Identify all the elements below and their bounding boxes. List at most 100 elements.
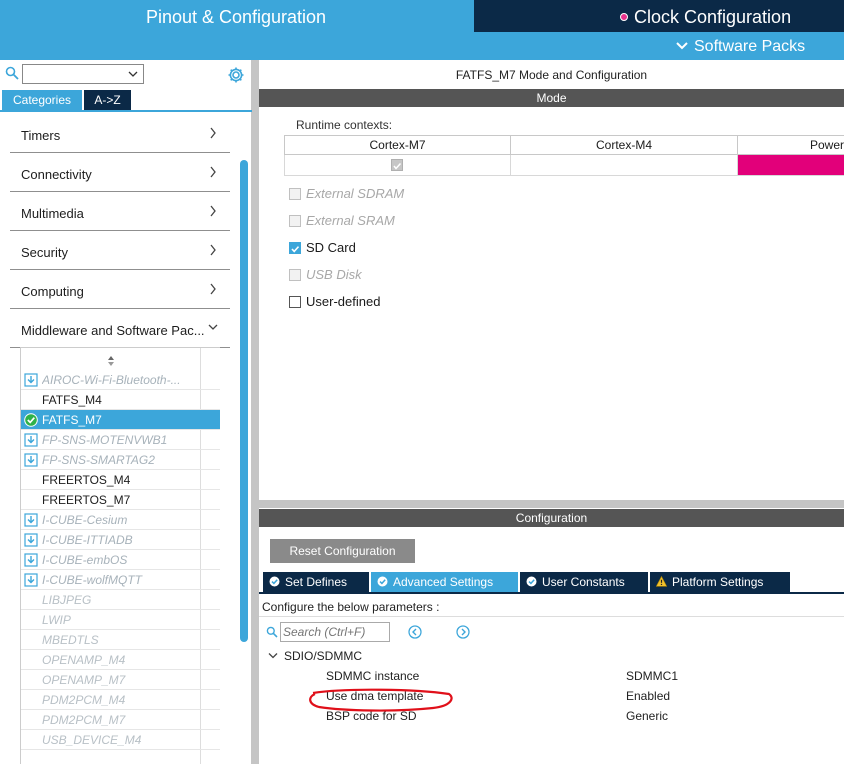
configuration-tabs: Set Defines Advanced Settings User Constan… — [259, 572, 844, 594]
category-multimedia[interactable]: Multimedia — [10, 192, 230, 231]
previous-result-icon[interactable] — [408, 625, 422, 639]
status-dot-icon — [620, 13, 628, 21]
middleware-item-libjpeg[interactable]: LIBJPEG — [21, 590, 220, 610]
middleware-item-label: FP-SNS-MOTENVWB1 — [42, 433, 168, 447]
middleware-item-i-cube-ittiadb[interactable]: I-CUBE-ITTIADB — [21, 530, 220, 550]
tab-clock-configuration[interactable]: Clock Configuration — [474, 0, 844, 32]
category-label: Security — [21, 245, 68, 260]
middleware-item-label: OPENAMP_M4 — [42, 653, 126, 667]
middleware-item-i-cube-cesium[interactable]: I-CUBE-Cesium — [21, 510, 220, 530]
context-header-m4: Cortex-M4 — [510, 135, 738, 155]
middleware-item-label: PDM2PCM_M4 — [42, 693, 126, 707]
param-value: Generic — [626, 709, 669, 723]
download-icon — [24, 513, 38, 527]
middleware-item-mbedtls[interactable]: MBEDTLS — [21, 630, 220, 650]
chevron-right-icon — [210, 166, 216, 178]
download-icon — [24, 533, 38, 547]
sort-icon[interactable] — [107, 355, 115, 367]
middleware-item-pdm2pcm-m7[interactable]: PDM2PCM_M7 — [21, 710, 220, 730]
scrollbar-thumb[interactable] — [240, 160, 248, 642]
middleware-item-fatfs-m7[interactable]: FATFS_M7 — [21, 410, 220, 430]
middleware-item-label: MBEDTLS — [42, 633, 99, 647]
red-ellipse-annotation — [309, 688, 453, 712]
sd-card-checkbox[interactable] — [289, 242, 301, 254]
chevron-down-icon — [208, 324, 218, 330]
check-circle-icon — [377, 576, 388, 587]
middleware-item-openamp-m7[interactable]: OPENAMP_M7 — [21, 670, 220, 690]
middleware-item-label: FREERTOS_M4 — [42, 473, 131, 487]
middleware-item-openamp-m4[interactable]: OPENAMP_M4 — [21, 650, 220, 670]
category-tabs: Categories A->Z — [0, 90, 252, 112]
tab-advanced-settings[interactable]: Advanced Settings — [371, 572, 518, 592]
option-label: External SRAM — [306, 213, 395, 228]
context-header-m7: Cortex-M7 — [284, 135, 511, 155]
download-icon — [24, 433, 38, 447]
category-security[interactable]: Security — [10, 231, 230, 270]
middleware-item-fp-sns-motenvwb1[interactable]: FP-SNS-MOTENVWB1 — [21, 430, 220, 450]
option-label: SD Card — [306, 240, 356, 255]
option-label: User-defined — [306, 294, 381, 309]
middleware-item-label: LIBJPEG — [42, 593, 92, 607]
mode-config-title: FATFS_M7 Mode and Configuration — [455, 68, 648, 82]
tab-label: Set Defines — [285, 575, 348, 589]
tab-categories[interactable]: Categories — [2, 90, 82, 110]
category-computing[interactable]: Computing — [10, 270, 230, 309]
software-packs-label: Software Packs — [694, 38, 806, 55]
context-cell-m4[interactable] — [510, 155, 738, 176]
external-sram-checkbox — [289, 215, 301, 227]
mode-section-header: Mode — [259, 89, 844, 107]
middleware-item-label: I-CUBE-wolfMQTT — [42, 573, 142, 587]
middleware-item-label: FATFS_M7 — [42, 413, 102, 427]
category-label: Multimedia — [21, 206, 84, 221]
tab-set-defines[interactable]: Set Defines — [263, 572, 369, 592]
parameter-search-input[interactable] — [280, 622, 390, 642]
tab-label: Advanced Settings — [393, 575, 494, 589]
middleware-item-freertos-m4[interactable]: FREERTOS_M4 — [21, 470, 220, 490]
middleware-item-freertos-m7[interactable]: FREERTOS_M7 — [21, 490, 220, 510]
middleware-item-label: I-CUBE-embOS — [42, 553, 128, 567]
next-result-icon[interactable] — [456, 625, 470, 639]
middleware-item-label: FATFS_M4 — [42, 393, 102, 407]
option-label: USB Disk — [306, 267, 362, 282]
middleware-item-label: LWIP — [42, 613, 71, 627]
middleware-item-lwip[interactable]: LWIP — [21, 610, 220, 630]
middleware-item-label: FREERTOS_M7 — [42, 493, 131, 507]
search-icon[interactable] — [5, 66, 19, 80]
context-header-power: Power — [737, 135, 844, 155]
middleware-item-airoc-wi-fi-bluetooth[interactable]: AIROC-Wi-Fi-Bluetooth-... — [21, 370, 220, 390]
panel-divider[interactable] — [251, 60, 259, 764]
download-icon — [24, 573, 38, 587]
tab-pinout-configuration[interactable]: Pinout & Configuration — [0, 0, 472, 32]
category-connectivity[interactable]: Connectivity — [10, 153, 230, 192]
usb-disk-checkbox — [289, 269, 301, 281]
check-circle-icon — [24, 413, 38, 427]
check-circle-icon — [269, 576, 280, 587]
warning-icon — [656, 576, 667, 587]
search-dropdown[interactable] — [22, 64, 144, 84]
middleware-item-fatfs-m4[interactable]: FATFS_M4 — [21, 390, 220, 410]
category-label: Timers — [21, 128, 61, 143]
category-middleware[interactable]: Middleware and Software Pac... — [10, 309, 230, 348]
middleware-item-fp-sns-smartag2[interactable]: FP-SNS-SMARTAG2 — [21, 450, 220, 470]
tab-a-to-z[interactable]: A->Z — [84, 90, 131, 110]
category-timers[interactable]: Timers — [10, 114, 230, 153]
reset-configuration-button[interactable]: Reset Configuration — [270, 539, 415, 563]
middleware-item-i-cube-wolfmqtt[interactable]: I-CUBE-wolfMQTT — [21, 570, 220, 590]
user-defined-checkbox[interactable] — [289, 296, 301, 308]
checkmark-icon — [393, 162, 402, 170]
software-packs-menu[interactable]: Software Packs — [676, 37, 805, 56]
gear-icon[interactable] — [227, 66, 245, 84]
tab-user-constants[interactable]: User Constants — [520, 572, 648, 592]
middleware-item-usb-device-m4[interactable]: USB_DEVICE_M4 — [21, 730, 220, 750]
middleware-item-pdm2pcm-m4[interactable]: PDM2PCM_M4 — [21, 690, 220, 710]
category-label: Connectivity — [21, 167, 92, 182]
runtime-contexts-label: Runtime contexts: — [296, 118, 393, 132]
category-label: Computing — [21, 284, 84, 299]
param-row-sdmmc-instance[interactable]: SDMMC instance SDMMC1 — [259, 668, 844, 688]
param-value: SDMMC1 — [626, 669, 679, 683]
panel-splitter[interactable] — [259, 500, 844, 508]
tab-platform-settings[interactable]: Platform Settings — [650, 572, 790, 592]
middleware-item-label: AIROC-Wi-Fi-Bluetooth-... — [42, 373, 181, 387]
middleware-item-i-cube-embos[interactable]: I-CUBE-embOS — [21, 550, 220, 570]
context-m7-checkbox[interactable] — [391, 159, 403, 171]
